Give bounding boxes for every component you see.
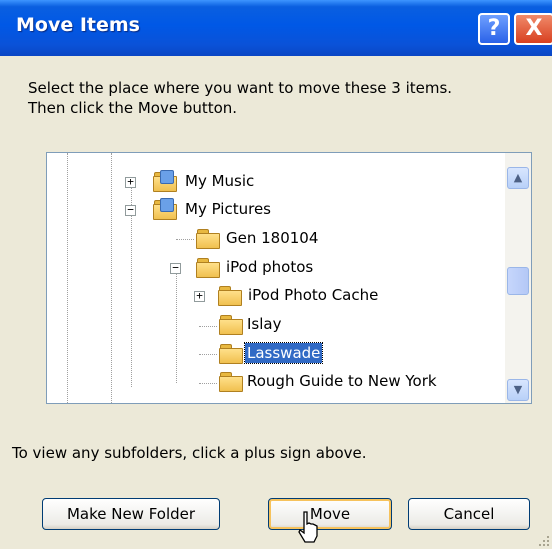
subfolder-hint: To view any subfolders, click a plus sig… [12, 444, 367, 462]
pictures-folder-icon [153, 198, 177, 220]
tree-item-label-selected: Lasswade [243, 342, 324, 364]
folder-open-icon [219, 344, 243, 364]
tree-guide-line [111, 153, 112, 403]
tree-item-label: iPod photos [226, 258, 314, 276]
collapse-minus-icon[interactable]: − [125, 204, 136, 216]
scroll-thumb[interactable] [507, 267, 529, 295]
collapse-minus-icon[interactable]: − [170, 262, 181, 274]
scroll-up-button[interactable]: ▲ [507, 167, 529, 189]
folder-icon [196, 258, 220, 278]
tree-guide-line [199, 383, 217, 384]
tree-item-label: My Pictures [185, 200, 271, 218]
hand-cursor-icon [298, 511, 318, 543]
folder-icon [219, 315, 243, 335]
expand-plus-icon[interactable]: + [125, 176, 136, 188]
help-button[interactable]: ? [478, 13, 510, 45]
instructions-line-2: Then click the Move button. [28, 99, 238, 117]
tree-guide-line [131, 187, 132, 387]
tree-guide-line [199, 326, 217, 327]
tree-guide-line [199, 354, 217, 355]
tree-guide-line [176, 273, 177, 383]
tree-guide-line [176, 239, 194, 240]
tree-scrollbar[interactable]: ▲ ▼ [505, 153, 531, 403]
folder-icon [218, 286, 242, 306]
chevron-down-icon: ▼ [513, 383, 523, 396]
tree-item-label: My Music [185, 172, 255, 190]
tree-item-label: Rough Guide to New York [247, 372, 437, 390]
instructions: Select the place where you want to move … [28, 78, 528, 118]
tree-guide-line [67, 153, 68, 403]
resize-grip-icon[interactable] [538, 535, 550, 547]
dialog-title: Move Items [16, 14, 140, 36]
chevron-up-icon: ▲ [513, 171, 523, 184]
close-button[interactable]: X [514, 13, 552, 45]
folder-icon [219, 372, 243, 392]
cancel-button[interactable]: Cancel [408, 498, 530, 530]
folder-icon [196, 229, 220, 249]
make-new-folder-button[interactable]: Make New Folder [42, 498, 220, 530]
move-button[interactable]: Move [268, 498, 392, 530]
help-icon: ? [487, 16, 501, 41]
tree-item-label: iPod Photo Cache [248, 286, 379, 304]
scroll-down-button[interactable]: ▼ [507, 379, 529, 401]
tree-item-label: Gen 180104 [226, 229, 319, 247]
title-bar[interactable]: Move Items ? X [0, 0, 552, 56]
tree-item-label: Islay [247, 315, 282, 333]
close-icon: X [525, 16, 543, 41]
music-folder-icon [153, 170, 177, 192]
instructions-line-1: Select the place where you want to move … [28, 79, 453, 97]
folder-tree[interactable]: + My Music − My Pictures Gen 180104 − iP… [46, 152, 532, 404]
expand-plus-icon[interactable]: + [194, 290, 205, 302]
move-items-dialog: Move Items ? X Select the place where yo… [0, 0, 552, 549]
